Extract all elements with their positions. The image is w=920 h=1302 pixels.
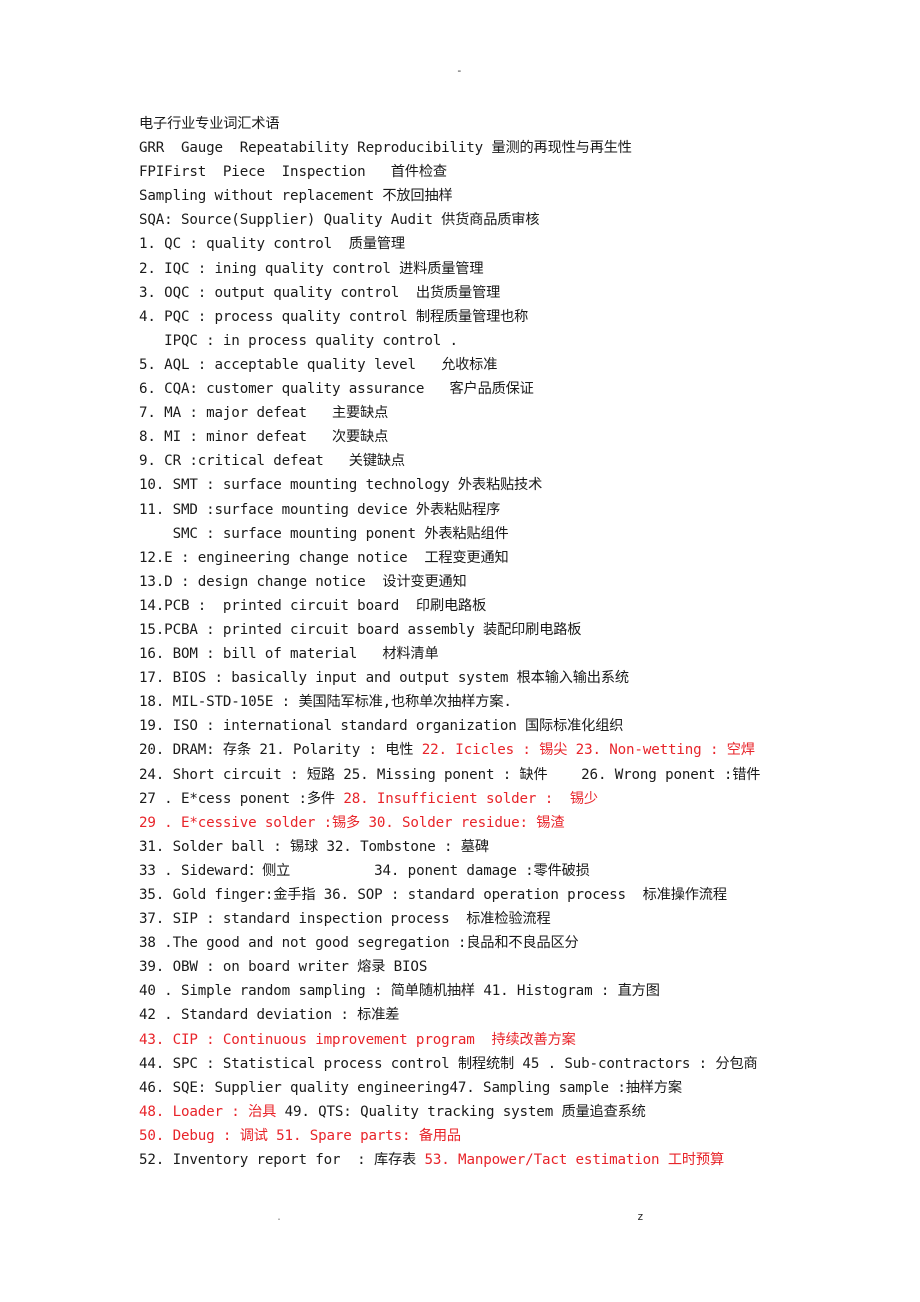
term-text: 19. ISO : international standard organiz…	[139, 718, 624, 735]
term-text: 6. CQA: customer quality assurance 客户品质保…	[139, 381, 534, 398]
glossary-line: 7. MA : major defeat 主要缺点	[139, 401, 819, 425]
glossary-line: 27 . E*cess ponent :多件 28. Insufficient …	[139, 787, 819, 811]
term-text: 4. PQC : process quality control 制程质量管理也…	[139, 308, 529, 325]
term-text: 2. IQC : ining quality control 进料质量管理	[139, 260, 484, 277]
term-text: 12.E : engineering change notice 工程变更通知	[139, 549, 509, 566]
glossary-line: 11. SMD :surface mounting device 外表粘贴程序	[139, 498, 819, 522]
term-text: 5. AQL : acceptable quality level 允收标准	[139, 356, 498, 373]
glossary-line: 38 .The good and not good segregation :良…	[139, 931, 819, 955]
term-text: 42 . Standard deviation : 标准差	[139, 1007, 400, 1024]
term-text: 37. SIP : standard inspection process 标准…	[139, 911, 551, 928]
term-text: 9. CR :critical defeat 关键缺点	[139, 453, 405, 470]
glossary-line: 43. CIP : Continuous improvement program…	[139, 1028, 819, 1052]
highlighted-term: 48. Loader : 治具	[139, 1103, 285, 1120]
term-text: 电子行业专业词汇术语	[139, 116, 280, 132]
term-text: 14.PCB : printed circuit board 印刷电路板	[139, 597, 487, 614]
glossary-line: 13.D : design change notice 设计变更通知	[139, 570, 819, 594]
term-text: 38 .The good and not good segregation :良…	[139, 935, 579, 952]
highlighted-term: 43. CIP : Continuous improvement program…	[139, 1031, 576, 1048]
glossary-line: 35. Gold finger:金手指 36. SOP : standard o…	[139, 883, 819, 907]
glossary-line: Sampling without replacement 不放回抽样	[139, 184, 819, 208]
glossary-line: 4. PQC : process quality control 制程质量管理也…	[139, 305, 819, 329]
glossary-line: 48. Loader : 治具 49. QTS: Quality trackin…	[139, 1100, 819, 1124]
term-text: 17. BIOS : basically input and output sy…	[139, 670, 629, 687]
term-text: IPQC : in process quality control .	[139, 332, 458, 349]
term-text: FPIFirst Piece Inspection 首件检查	[139, 164, 447, 181]
term-text: 46. SQE: Supplier quality engineering47.…	[139, 1079, 682, 1096]
glossary-line: 46. SQE: Supplier quality engineering47.…	[139, 1076, 819, 1100]
glossary-line: SQA: Source(Supplier) Quality Audit 供货商品…	[139, 208, 819, 232]
glossary-line: 40 . Simple random sampling : 简单随机抽样 41.…	[139, 979, 819, 1003]
term-text: 18. MIL-STD-105E : 美国陆军标准,也称单次抽样方案.	[139, 694, 512, 711]
highlighted-term: 29 . E*cessive solder :锡多 30. Solder res…	[139, 814, 565, 831]
term-text: 8. MI : minor defeat 次要缺点	[139, 429, 389, 446]
glossary-line: 5. AQL : acceptable quality level 允收标准	[139, 353, 819, 377]
glossary-line: 37. SIP : standard inspection process 标准…	[139, 907, 819, 931]
term-text: 10. SMT : surface mounting technology 外表…	[139, 477, 543, 494]
glossary-line: 9. CR :critical defeat 关键缺点	[139, 449, 819, 473]
highlighted-term: 53. Manpower/Tact estimation 工时预算	[424, 1152, 724, 1169]
term-text: 27 . E*cess ponent :多件	[139, 790, 344, 807]
term-text: 44. SPC : Statistical process control 制程…	[139, 1055, 758, 1072]
glossary-line: 20. DRAM: 存条 21. Polarity : 电性 22. Icicl…	[139, 738, 819, 762]
term-text: Sampling without replacement 不放回抽样	[139, 188, 453, 205]
term-text: 20. DRAM: 存条 21. Polarity : 电性	[139, 742, 422, 759]
glossary-line: 29 . E*cessive solder :锡多 30. Solder res…	[139, 811, 819, 835]
highlighted-term: 50. Debug : 调试 51. Spare parts: 备用品	[139, 1127, 461, 1144]
glossary-line: FPIFirst Piece Inspection 首件检查	[139, 160, 819, 184]
page-header-mark: -	[456, 64, 463, 77]
glossary-line: 24. Short circuit : 短路 25. Missing ponen…	[139, 763, 819, 787]
glossary-line: 17. BIOS : basically input and output sy…	[139, 666, 819, 690]
term-text: 16. BOM : bill of material 材料清单	[139, 646, 439, 663]
glossary-line: SMC : surface mounting ponent 外表粘贴组件	[139, 522, 819, 546]
glossary-line: 10. SMT : surface mounting technology 外表…	[139, 473, 819, 497]
document-body: 电子行业专业词汇术语 GRR Gauge Repeatability Reprod…	[139, 112, 819, 1172]
term-text: 35. Gold finger:金手指 36. SOP : standard o…	[139, 887, 727, 903]
term-text: 24. Short circuit : 短路 25. Missing ponen…	[139, 766, 761, 783]
glossary-line: 3. OQC : output quality control 出货质量管理	[139, 281, 819, 305]
glossary-line: 44. SPC : Statistical process control 制程…	[139, 1052, 819, 1076]
glossary-line: 6. CQA: customer quality assurance 客户品质保…	[139, 377, 819, 401]
term-text: 13.D : design change notice 设计变更通知	[139, 573, 467, 590]
term-text: 1. QC : quality control 质量管理	[139, 236, 405, 253]
glossary-line: 52. Inventory report for : 库存表 53. Manpo…	[139, 1148, 819, 1172]
page-footer-left-mark: .	[276, 1212, 283, 1223]
glossary-line: GRR Gauge Repeatability Reproducibility …	[139, 136, 819, 160]
glossary-line: 1. QC : quality control 质量管理	[139, 232, 819, 256]
term-text: 3. OQC : output quality control 出货质量管理	[139, 284, 501, 301]
term-text: SMC : surface mounting ponent 外表粘贴组件	[139, 525, 509, 542]
glossary-line: 16. BOM : bill of material 材料清单	[139, 642, 819, 666]
glossary-line: 18. MIL-STD-105E : 美国陆军标准,也称单次抽样方案.	[139, 690, 819, 714]
page-footer-right-mark: z	[637, 1210, 644, 1223]
glossary-line: 12.E : engineering change notice 工程变更通知	[139, 546, 819, 570]
term-text: 40 . Simple random sampling : 简单随机抽样 41.…	[139, 983, 660, 1000]
term-text: SQA: Source(Supplier) Quality Audit 供货商品…	[139, 212, 540, 229]
glossary-line: 39. OBW : on board writer 熔录 BIOS	[139, 955, 819, 979]
term-text: 39. OBW : on board writer 熔录 BIOS	[139, 959, 428, 976]
term-text: 31. Solder ball : 锡球 32. Tombstone : 墓碑	[139, 838, 489, 855]
term-text: 7. MA : major defeat 主要缺点	[139, 405, 389, 422]
glossary-line: IPQC : in process quality control .	[139, 329, 819, 353]
glossary-line: 15.PCBA : printed circuit board assembly…	[139, 618, 819, 642]
term-text: 52. Inventory report for : 库存表	[139, 1152, 425, 1169]
term-text: GRR Gauge Repeatability Reproducibility …	[139, 140, 632, 157]
term-text: 33 . Sideward：侧立 34. ponent damage :零件破损	[139, 862, 590, 879]
term-text: 49. QTS: Quality tracking system 质量追查系统	[284, 1103, 646, 1120]
glossary-line: 50. Debug : 调试 51. Spare parts: 备用品	[139, 1124, 819, 1148]
highlighted-term: 22. Icicles : 锡尖 23. Non-wetting : 空焊	[421, 742, 755, 759]
glossary-line: 33 . Sideward：侧立 34. ponent damage :零件破损	[139, 859, 819, 883]
document-title: 电子行业专业词汇术语	[139, 112, 819, 136]
glossary-line: 8. MI : minor defeat 次要缺点	[139, 425, 819, 449]
glossary-line: 42 . Standard deviation : 标准差	[139, 1003, 819, 1027]
glossary-line: 2. IQC : ining quality control 进料质量管理	[139, 257, 819, 281]
term-text: 11. SMD :surface mounting device 外表粘贴程序	[139, 501, 501, 518]
glossary-line: 14.PCB : printed circuit board 印刷电路板	[139, 594, 819, 618]
term-text: 15.PCBA : printed circuit board assembly…	[139, 621, 582, 638]
highlighted-term: 28. Insufficient solder : 锡少	[343, 790, 598, 807]
glossary-line: 19. ISO : international standard organiz…	[139, 714, 819, 738]
glossary-line: 31. Solder ball : 锡球 32. Tombstone : 墓碑	[139, 835, 819, 859]
